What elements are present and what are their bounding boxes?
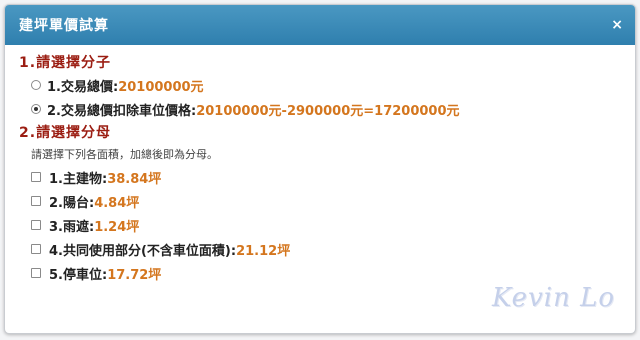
- option-label: 2.交易總價扣除車位價格:: [47, 103, 197, 119]
- dialog-content: 1.請選擇分子 1.交易總價: 20100000元 2.交易總價扣除車位價格: …: [5, 45, 635, 285]
- option-label: 1.交易總價:: [47, 79, 119, 95]
- radio-total-price[interactable]: [31, 80, 41, 90]
- numerator-heading: 1.請選擇分子: [19, 55, 112, 71]
- numerator-option-net-price[interactable]: 2.交易總價扣除車位價格: 20100000元-2900000元=1720000…: [19, 97, 635, 121]
- denominator-hint: 請選擇下列各面積，加總後即為分母。: [31, 148, 218, 161]
- checkbox-balcony[interactable]: [31, 196, 41, 206]
- area-item-canopy[interactable]: 3.雨遮: 1.24坪: [19, 213, 635, 237]
- item-label: 1.主建物:: [49, 171, 108, 187]
- item-value: 1.24坪: [94, 219, 140, 235]
- item-label: 4.共同使用部分(不含車位面積):: [49, 243, 237, 259]
- area-item-parking[interactable]: 5.停車位: 17.72坪: [19, 261, 635, 285]
- checkbox-canopy[interactable]: [31, 220, 41, 230]
- item-value: 4.84坪: [94, 195, 140, 211]
- denominator-heading: 2.請選擇分母: [19, 125, 112, 141]
- area-item-common-area[interactable]: 4.共同使用部分(不含車位面積): 21.12坪: [19, 237, 635, 261]
- checkbox-main-building[interactable]: [31, 172, 41, 182]
- item-label: 5.停車位:: [49, 267, 108, 283]
- dialog-title: 建坪單價試算: [19, 18, 109, 34]
- item-label: 2.陽台:: [49, 195, 95, 211]
- item-value: 17.72坪: [107, 267, 162, 283]
- option-value: 20100000元: [118, 79, 204, 95]
- radio-net-price[interactable]: [31, 104, 41, 114]
- item-value: 38.84坪: [107, 171, 162, 187]
- item-value: 21.12坪: [236, 243, 291, 259]
- watermark: Kevin Lo: [491, 283, 615, 313]
- area-item-balcony[interactable]: 2.陽台: 4.84坪: [19, 189, 635, 213]
- area-item-main-building[interactable]: 1.主建物: 38.84坪: [19, 165, 635, 189]
- checkbox-common-area[interactable]: [31, 244, 41, 254]
- dialog-title-bar: 建坪單價試算 ×: [5, 5, 635, 45]
- checkbox-parking[interactable]: [31, 268, 41, 278]
- option-value: 20100000元-2900000元=17200000元: [196, 103, 460, 119]
- price-calculator-dialog: 建坪單價試算 × 1.請選擇分子 1.交易總價: 20100000元 2.交易總…: [4, 4, 636, 334]
- item-label: 3.雨遮:: [49, 219, 95, 235]
- close-icon[interactable]: ×: [611, 17, 623, 33]
- numerator-option-total-price[interactable]: 1.交易總價: 20100000元: [19, 73, 635, 97]
